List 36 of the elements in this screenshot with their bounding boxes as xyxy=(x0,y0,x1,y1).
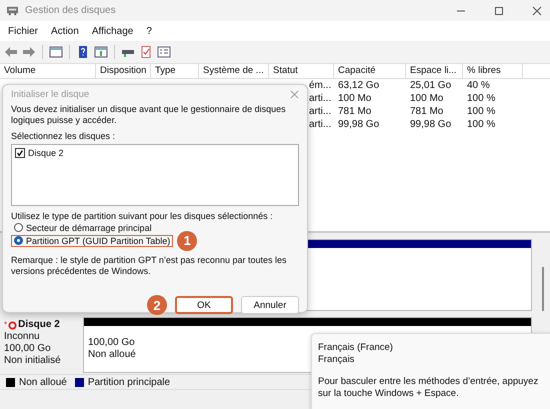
disk-state: Non initialisé xyxy=(4,355,62,367)
tooltip-hint: Pour basculer entre les méthodes d’entrée, appuyez sur la touche Windows + Espace. xyxy=(318,376,540,400)
disk-name: Disque 2 xyxy=(18,319,60,331)
step-badge: 1 xyxy=(177,230,198,250)
table-cell: arti... xyxy=(309,105,332,118)
disk-size: 100,00 Go xyxy=(4,343,52,355)
table-cell: arti... xyxy=(309,118,332,131)
table-cell-text: 781 Mo xyxy=(409,105,444,118)
dialog-title: Initialiser le disque xyxy=(11,89,90,100)
step-badge: 2 xyxy=(147,295,167,315)
disk-type: Inconnu xyxy=(4,331,41,343)
table-cell-text: 99,98 Go xyxy=(409,118,452,131)
table-cell-text: 63,12 Go xyxy=(337,79,380,92)
table-cell-text: 25,01 Go xyxy=(409,79,452,92)
partition-label: Non alloué xyxy=(88,349,136,361)
partition-type-label: Utilisez le type de partition suivant pour les disques sélectionnés : xyxy=(11,211,274,221)
partition-size: 100,00 Go xyxy=(88,337,135,349)
dialog-note: Remarque : le style de partition GPT n’est pas reconnu par toutes les versions précédentes de Windows. xyxy=(11,255,288,277)
table-cell-text: 100 Mo xyxy=(409,92,444,105)
window-title: Gestion des disques xyxy=(25,5,116,16)
table-cell-text: 99,98 Go xyxy=(337,118,380,131)
legend-label: Partition principale xyxy=(88,376,170,388)
legend-label: Non alloué xyxy=(19,376,67,388)
dialog-message: Vous devez initialiser un disque avant que le gestionnaire de disques logiques puisse y accéder. xyxy=(11,104,287,126)
table-cell-text: 40 % xyxy=(466,79,491,92)
table-cell: ém... xyxy=(309,79,332,92)
table-cell-text: 100 % xyxy=(466,105,496,118)
table-cell-text: 100 % xyxy=(466,92,496,105)
table-cell-text: 100 Mo xyxy=(337,92,372,105)
tooltip-line: Français xyxy=(318,354,356,366)
table-cell-text: 100 % xyxy=(466,118,496,131)
disks-label: Sélectionnez les disques : xyxy=(11,131,116,141)
table-cell-text: 781 Mo xyxy=(337,105,372,118)
table-cell: arti... xyxy=(309,92,332,105)
asterisk-mark: * xyxy=(4,319,8,331)
tooltip-line: Français (France) xyxy=(318,342,394,354)
